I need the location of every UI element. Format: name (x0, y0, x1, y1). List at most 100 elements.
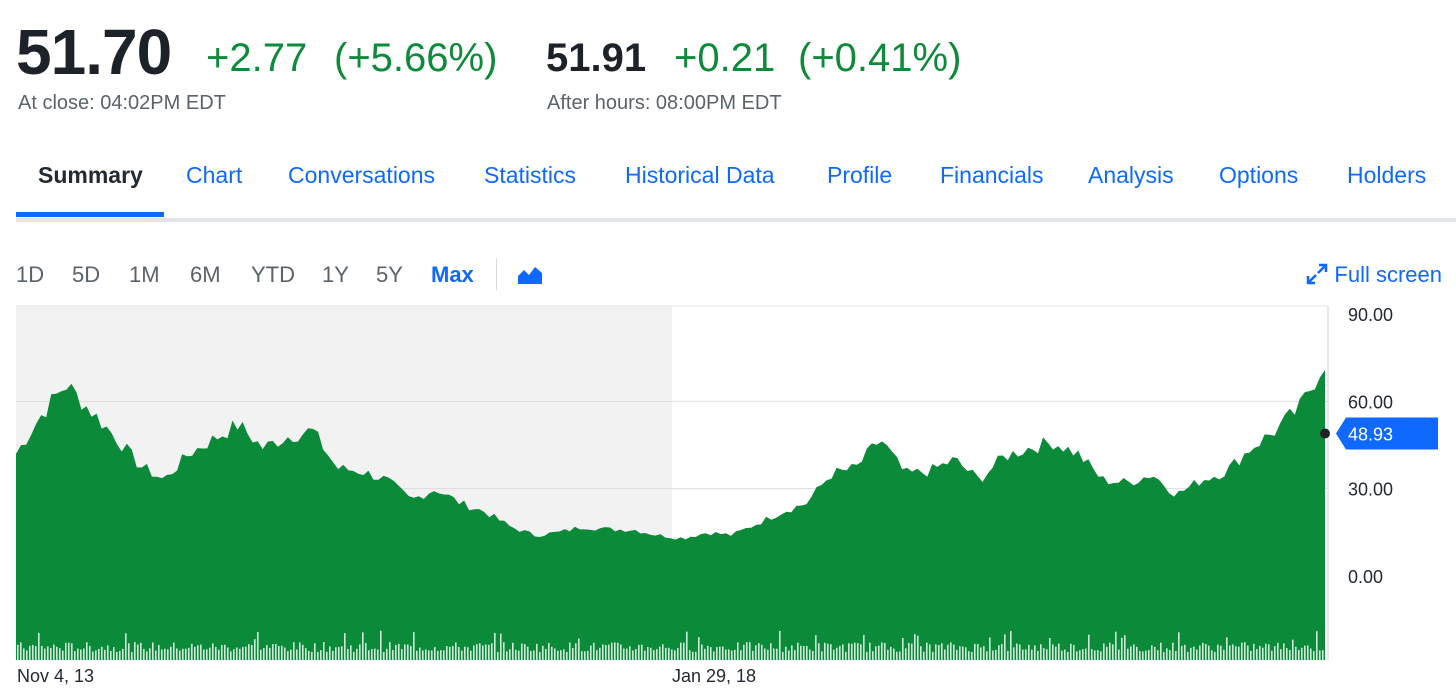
volume-bar (1082, 649, 1084, 660)
tab-profile[interactable]: Profile (827, 162, 892, 189)
volume-bar (665, 647, 667, 660)
tab-chart[interactable]: Chart (186, 162, 242, 189)
fullscreen-button[interactable]: Full screen (1306, 262, 1442, 288)
volume-bar (707, 645, 709, 660)
volume-bar (1019, 644, 1021, 660)
volume-bar (1097, 650, 1099, 660)
volume-bar (1043, 648, 1045, 660)
volume-bar (128, 643, 130, 660)
volume-bar (614, 642, 616, 660)
volume-bar (290, 649, 292, 660)
volume-bar (308, 651, 310, 660)
volume-bar (953, 644, 955, 660)
volume-bar (1217, 644, 1219, 660)
volume-bar (686, 631, 688, 660)
volume-bar (305, 648, 307, 660)
volume-bar (83, 648, 85, 660)
volume-bar (1214, 651, 1216, 660)
volume-bar (1109, 642, 1111, 660)
volume-bar (899, 651, 901, 660)
volume-bar (62, 650, 64, 660)
last-price: 51.70 (16, 16, 172, 88)
volume-bar (380, 630, 382, 660)
volume-bar (764, 648, 766, 660)
volume-bar (440, 650, 442, 660)
volume-bar (1235, 646, 1237, 660)
volume-bar (164, 648, 166, 660)
volume-bar (638, 644, 640, 660)
tab-historical-data[interactable]: Historical Data (625, 162, 775, 189)
volume-bar (332, 650, 334, 660)
volume-bar (17, 644, 19, 660)
range-max[interactable]: Max (431, 262, 474, 288)
volume-bar (383, 651, 385, 660)
tab-conversations[interactable]: Conversations (288, 162, 435, 189)
tab-holders[interactable]: Holders (1347, 162, 1426, 189)
volume-bar (1145, 650, 1147, 660)
volume-bar (341, 646, 343, 660)
range-ytd[interactable]: YTD (251, 262, 295, 288)
tab-statistics[interactable]: Statistics (484, 162, 576, 189)
tab-financials[interactable]: Financials (940, 162, 1044, 189)
volume-bar (803, 645, 805, 660)
volume-bar (236, 647, 238, 660)
volume-bar (677, 647, 679, 660)
volume-bar (593, 642, 595, 660)
current-price-marker: 48.93 (1320, 417, 1438, 450)
tab-options[interactable]: Options (1219, 162, 1298, 189)
volume-bar (257, 632, 259, 660)
volume-bar (845, 651, 847, 660)
range-6m[interactable]: 6M (190, 262, 221, 288)
volume-bar (602, 644, 604, 660)
volume-bar (995, 649, 997, 660)
volume-bar (812, 650, 814, 660)
volume-bar (1115, 631, 1117, 660)
volume-bar (866, 651, 868, 660)
area-chart-icon[interactable] (516, 262, 544, 286)
price-change-percent: (+5.66%) (334, 36, 498, 80)
volume-bar (29, 645, 31, 660)
volume-bar (797, 642, 799, 660)
volume-bar (722, 646, 724, 660)
range-5y[interactable]: 5Y (376, 262, 403, 288)
volume-bar (326, 651, 328, 660)
volume-bar (101, 646, 103, 660)
y-tick-label: 60.00 (1348, 392, 1393, 412)
range-5d[interactable]: 5D (72, 262, 100, 288)
tab-summary[interactable]: Summary (38, 162, 143, 189)
volume-bar (599, 647, 601, 660)
volume-bar (911, 643, 913, 660)
volume-bar (194, 646, 196, 660)
volume-bar (86, 642, 88, 660)
volume-bar (1247, 645, 1249, 660)
volume-bar (1196, 649, 1198, 660)
price-chart[interactable]: 90.00 60.00 30.00 0.00 48.93 Nov 4, 13 J… (0, 304, 1456, 696)
volume-bar (698, 637, 700, 660)
range-1m[interactable]: 1M (129, 262, 160, 288)
volume-bar (200, 644, 202, 660)
close-time-label: At close: 04:02PM EDT (18, 92, 226, 114)
volume-bar (455, 642, 457, 660)
volume-bar (434, 647, 436, 660)
tab-analysis[interactable]: Analysis (1088, 162, 1174, 189)
volume-bar (110, 651, 112, 660)
volume-bar (908, 642, 910, 660)
volume-bar (425, 649, 427, 660)
volume-bar (245, 646, 247, 660)
volume-bar (800, 645, 802, 660)
range-1y[interactable]: 1Y (322, 262, 349, 288)
volume-bar (560, 650, 562, 660)
current-price-label: 48.93 (1348, 425, 1393, 445)
volume-bar (611, 642, 613, 660)
volume-bar (980, 647, 982, 660)
volume-bar (1067, 651, 1069, 660)
volume-bar (719, 646, 721, 660)
volume-bar (419, 647, 421, 660)
range-1d[interactable]: 1D (16, 262, 44, 288)
volume-bar (641, 644, 643, 660)
volume-bar (842, 644, 844, 660)
volume-bar (464, 646, 466, 660)
after-hours-price: 51.91 (546, 36, 647, 80)
volume-bar (515, 649, 517, 660)
volume-bar (545, 648, 547, 660)
